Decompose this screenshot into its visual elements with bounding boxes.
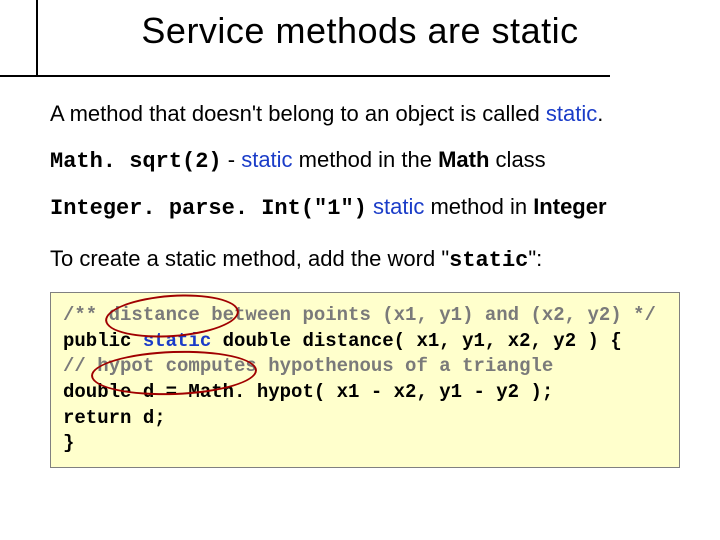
example-2-class: Integer	[533, 194, 606, 219]
example-1-tail: class	[489, 147, 545, 172]
howto-prefix: To create a static method, add the word …	[50, 246, 449, 271]
code-box: /** distance between points (x1, y1) and…	[50, 292, 680, 468]
code-line-2a: public	[63, 330, 143, 352]
code-line-2c: double distance( x1, y1, x2, y2 ) {	[211, 330, 621, 352]
intro-suffix: .	[597, 101, 603, 126]
example-1-code: Math. sqrt(2)	[50, 149, 222, 174]
code-line-3: // hypot computes hypothenous of a trian…	[63, 355, 553, 377]
example-1-mid: method in the	[293, 147, 439, 172]
example-1: Math. sqrt(2) - static method in the Mat…	[50, 146, 680, 176]
intro-line: A method that doesn't belong to an objec…	[50, 100, 680, 128]
code-line-1: /** distance between points (x1, y1) and…	[63, 304, 656, 326]
example-2-mid: method in	[424, 194, 533, 219]
code-line-2-static: static	[143, 330, 211, 352]
howto-line: To create a static method, add the word …	[50, 245, 680, 275]
howto-suffix: ":	[528, 246, 542, 271]
code-line-5: return d;	[63, 407, 166, 429]
intro-keyword: static	[546, 101, 597, 126]
slide-body: A method that doesn't belong to an objec…	[50, 100, 680, 468]
example-1-static: static	[241, 147, 292, 172]
example-2-code: Integer. parse. Int("1")	[50, 196, 367, 221]
title-wrap: Service methods are static	[0, 10, 720, 52]
example-1-sep: -	[222, 147, 242, 172]
example-1-class: Math	[438, 147, 489, 172]
example-2: Integer. parse. Int("1") static method i…	[50, 193, 680, 223]
howto-keyword: static	[449, 248, 528, 273]
code-line-6: }	[63, 432, 74, 454]
title-rule-horizontal	[0, 75, 610, 77]
slide-title: Service methods are static	[141, 10, 578, 51]
code-line-4: double d = Math. hypot( x1 - x2, y1 - y2…	[63, 381, 553, 403]
example-2-static: static	[373, 194, 424, 219]
slide: Service methods are static A method that…	[0, 0, 720, 540]
intro-prefix: A method that doesn't belong to an objec…	[50, 101, 546, 126]
